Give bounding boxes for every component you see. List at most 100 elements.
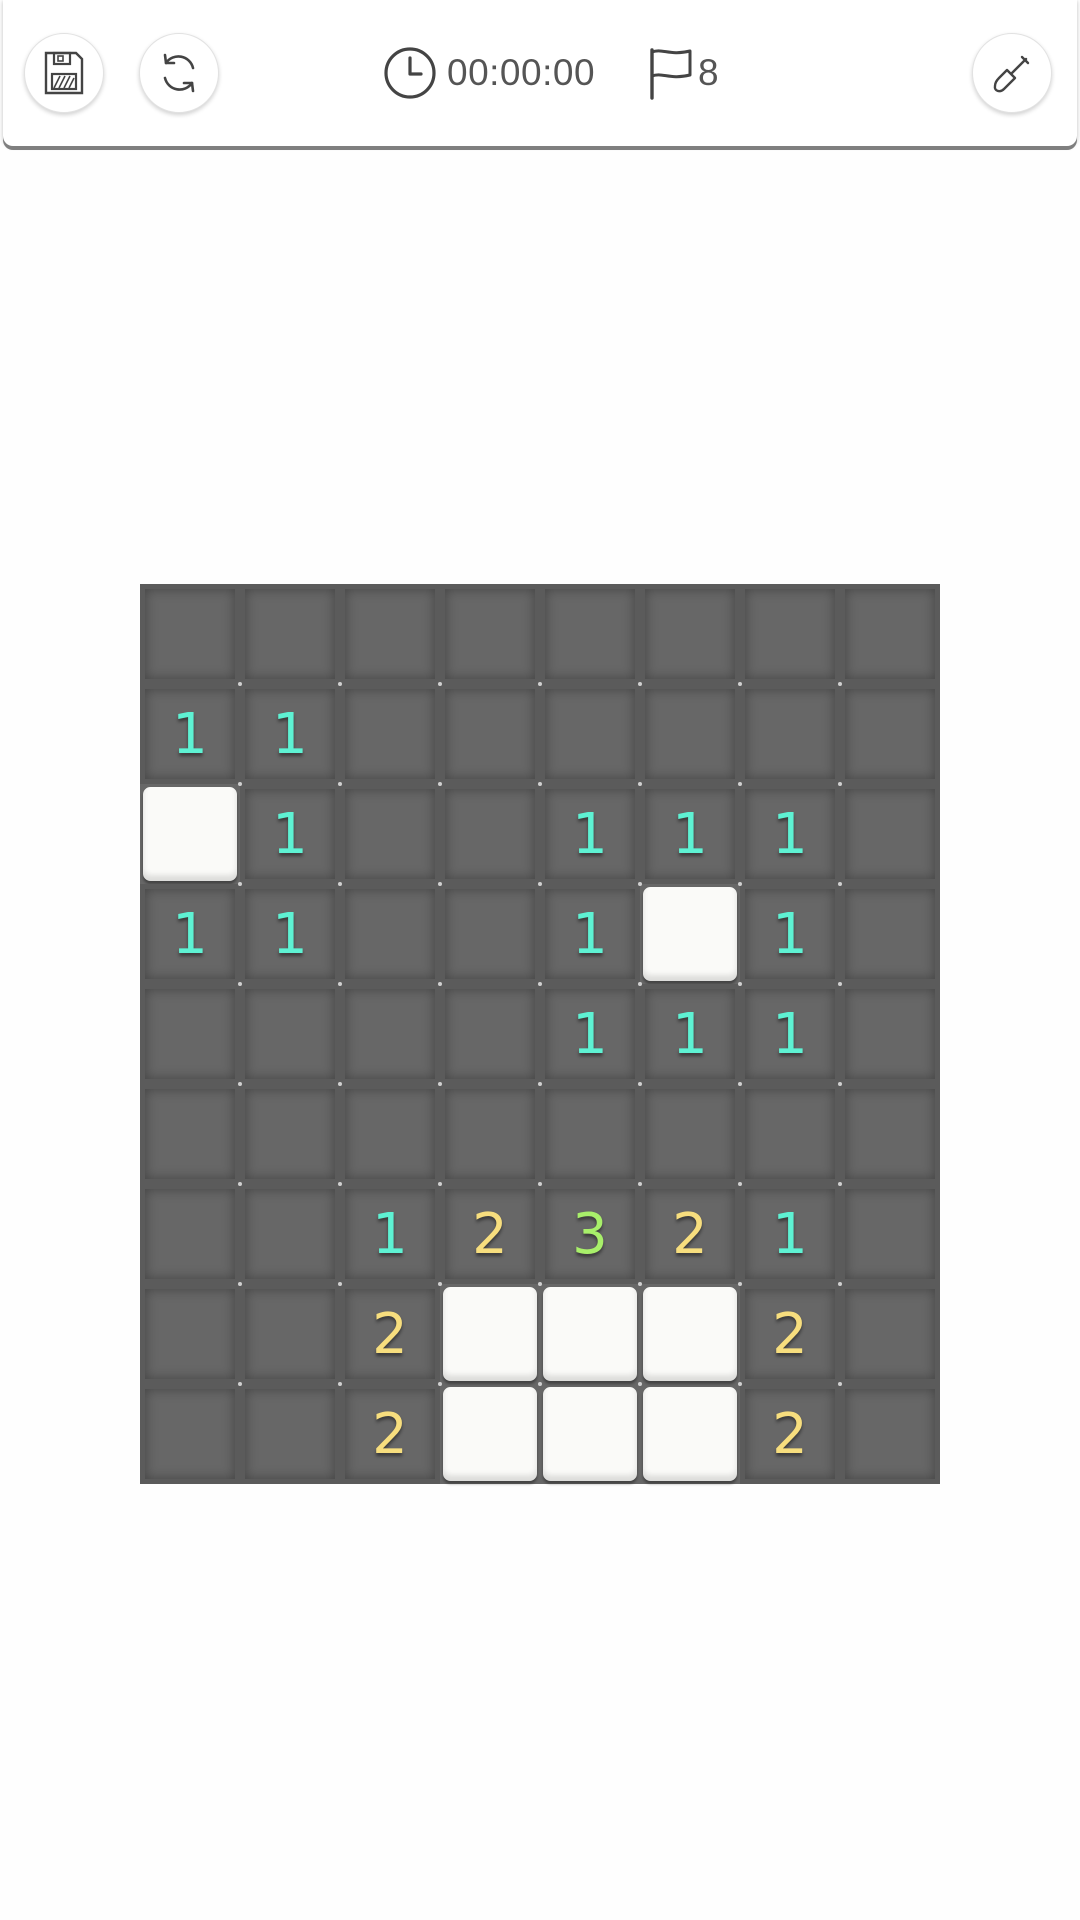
number-tile: 2 (340, 1384, 440, 1484)
flags-remaining: 8 (698, 52, 719, 93)
empty-tile (840, 784, 940, 884)
grid-dot (838, 682, 842, 686)
empty-tile (840, 884, 940, 984)
grid-dot (838, 782, 842, 786)
grid-dot (438, 1082, 442, 1086)
grid-dot (438, 1382, 442, 1386)
number-tile: 1 (240, 884, 340, 984)
grid-dot (438, 1282, 442, 1286)
empty-tile (840, 1084, 940, 1184)
number-tile: 2 (740, 1284, 840, 1384)
mine-count: 1 (272, 901, 308, 967)
empty-tile (640, 584, 740, 684)
grid-dot (738, 1182, 742, 1186)
clock-icon (384, 47, 436, 99)
grid-dot (738, 782, 742, 786)
timer: 00:00:00 (383, 44, 595, 102)
mine-count: 2 (772, 1301, 808, 1367)
number-tile: 3 (540, 1184, 640, 1284)
grid-dot (238, 982, 242, 986)
grid-dot (538, 1282, 542, 1286)
grid-dot (738, 1282, 742, 1286)
number-tile: 1 (240, 784, 340, 884)
grid-dot (238, 882, 242, 886)
grid-dot (738, 1382, 742, 1386)
empty-tile (240, 1384, 340, 1484)
number-tile: 1 (740, 784, 840, 884)
number-tile: 1 (640, 984, 740, 1084)
dig-mode-button[interactable] (972, 33, 1052, 113)
grid-dot (538, 882, 542, 886)
mine-count: 1 (672, 801, 708, 867)
grid-dot (638, 882, 642, 886)
unrevealed-tile[interactable] (643, 1287, 737, 1381)
mine-count: 2 (372, 1301, 408, 1367)
unrevealed-tile[interactable] (543, 1387, 637, 1481)
empty-tile (440, 1084, 540, 1184)
grid-dot (338, 682, 342, 686)
number-tile: 1 (740, 984, 840, 1084)
grid-dot (438, 1182, 442, 1186)
unrevealed-tile[interactable] (443, 1387, 537, 1481)
grid-dot (638, 1282, 642, 1286)
grid-dot (838, 882, 842, 886)
grid-dot (538, 1382, 542, 1386)
mine-count: 1 (672, 1001, 708, 1067)
empty-tile (740, 684, 840, 784)
grid-dot (538, 982, 542, 986)
unrevealed-tile[interactable] (143, 787, 237, 881)
unrevealed-tile[interactable] (643, 1387, 737, 1481)
mine-count: 1 (572, 801, 608, 867)
empty-tile (140, 584, 240, 684)
mine-count: 1 (172, 701, 208, 767)
mine-count: 1 (772, 1201, 808, 1267)
number-tile: 2 (640, 1184, 740, 1284)
number-tile: 2 (440, 1184, 540, 1284)
flag-counter: 8 (646, 44, 719, 102)
empty-tile (440, 884, 540, 984)
mine-count: 1 (572, 901, 608, 967)
unrevealed-tile[interactable] (543, 1287, 637, 1381)
unrevealed-tile[interactable] (443, 1287, 537, 1381)
empty-tile (840, 1384, 940, 1484)
number-tile: 1 (640, 784, 740, 884)
shovel-icon (993, 55, 1030, 93)
grid-dot (738, 882, 742, 886)
grid-dot (338, 1182, 342, 1186)
unrevealed-tile[interactable] (643, 887, 737, 981)
grid-dot (238, 1282, 242, 1286)
number-tile: 1 (140, 684, 240, 784)
grid-dot (238, 782, 242, 786)
number-tile: 1 (540, 884, 640, 984)
number-tile: 1 (740, 1184, 840, 1284)
grid-dot (238, 682, 242, 686)
empty-tile (740, 1084, 840, 1184)
grid-dot (338, 882, 342, 886)
grid-dot (638, 682, 642, 686)
empty-tile (340, 984, 440, 1084)
save-button[interactable] (24, 33, 104, 113)
empty-tile (840, 584, 940, 684)
grid-dot (438, 982, 442, 986)
empty-tile (240, 584, 340, 684)
grid-dot (338, 1282, 342, 1286)
number-tile: 1 (540, 784, 640, 884)
empty-tile (340, 784, 440, 884)
empty-tile (140, 984, 240, 1084)
empty-tile (440, 984, 540, 1084)
grid-dot (238, 1082, 242, 1086)
grid-dot (738, 682, 742, 686)
empty-tile (440, 684, 540, 784)
empty-tile (840, 684, 940, 784)
number-tile: 2 (340, 1284, 440, 1384)
restart-button[interactable] (139, 33, 219, 113)
grid-dot (338, 982, 342, 986)
empty-tile (340, 584, 440, 684)
grid-dot (538, 1082, 542, 1086)
grid-dot (838, 1182, 842, 1186)
toolbar: 00:00:00 8 (3, 0, 1077, 146)
empty-tile (640, 1084, 740, 1184)
empty-tile (840, 1184, 940, 1284)
empty-tile (140, 1184, 240, 1284)
number-tile: 2 (740, 1384, 840, 1484)
